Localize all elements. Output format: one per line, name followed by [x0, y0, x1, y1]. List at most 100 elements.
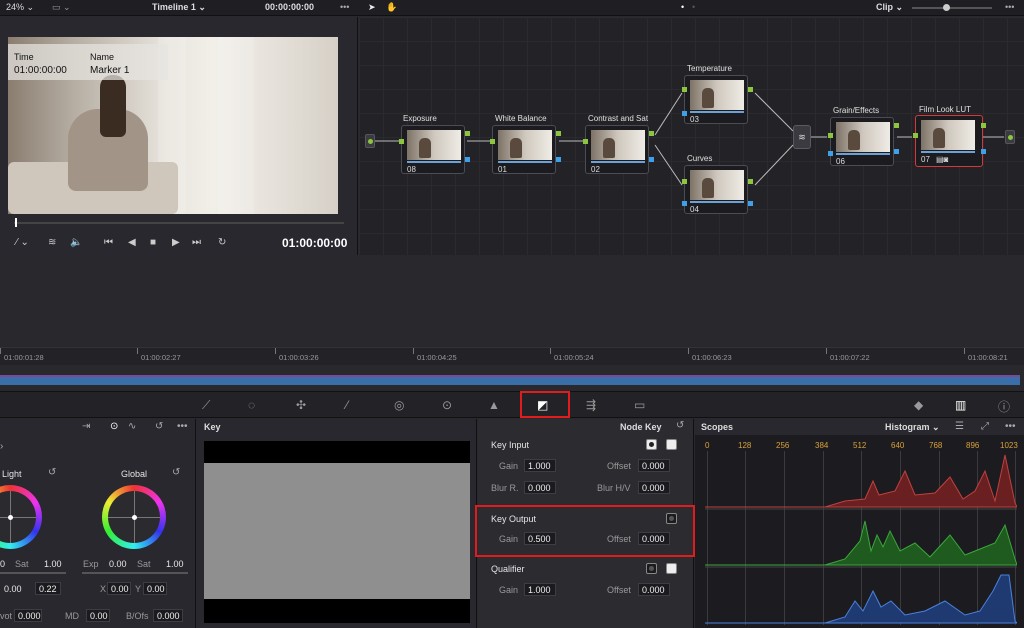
timeline-ruler[interactable]: 01:00:01:28 01:00:02:27 01:00:03:26 01:0… [0, 347, 1024, 365]
audio-icon[interactable]: 🔈 [70, 237, 82, 248]
reset-key-icon[interactable]: ↺ [676, 420, 684, 431]
port-output-icon[interactable] [894, 123, 899, 128]
clip-mode-dropdown[interactable]: Clip ⌄ [876, 2, 903, 13]
eyedropper-icon[interactable]: ⁄ ⌄ [16, 237, 29, 248]
port-input-icon[interactable] [399, 139, 404, 144]
viewer-options-icon[interactable]: ••• [340, 2, 349, 12]
port-output-icon[interactable] [748, 179, 753, 184]
node-contrast-sat[interactable]: 02 [585, 125, 649, 174]
blur-icon[interactable]: ▲ [488, 398, 500, 412]
reset-light-icon[interactable]: ↺ [48, 467, 56, 478]
info-icon[interactable]: ⓘ [998, 398, 1010, 415]
port-key-icon[interactable] [828, 151, 833, 156]
sizing-icon[interactable]: ⇶ [586, 398, 596, 412]
node-zoom-slider[interactable] [912, 7, 992, 9]
port-key-icon[interactable] [682, 111, 687, 116]
waveform-icon[interactable]: ∿ [128, 421, 136, 432]
viewer-scrubber[interactable] [14, 222, 344, 224]
port-input-icon[interactable] [490, 139, 495, 144]
eyedropper-qualifier-icon[interactable]: ⁄ [346, 398, 348, 412]
scope-options-icon[interactable]: ••• [1005, 421, 1016, 432]
sat-global-value[interactable]: 1.00 [166, 559, 184, 569]
motion-effects-icon[interactable]: ◆ [914, 398, 923, 412]
loop-icon[interactable]: ↻ [218, 237, 226, 248]
qualifier-invert-toggle[interactable] [646, 563, 657, 574]
port-output-icon[interactable] [556, 131, 561, 136]
wheels-view-icon[interactable]: ⊙ [110, 421, 118, 432]
reset-global-icon[interactable]: ↺ [172, 467, 180, 478]
pointer-tool-icon[interactable]: ➤ [368, 2, 376, 13]
scope-type-dropdown[interactable]: Histogram ⌄ [885, 422, 940, 433]
timeline-clip-track[interactable] [0, 375, 1020, 385]
qualifier-mask-toggle[interactable] [666, 563, 677, 574]
qualifier-gain-field[interactable]: 1.000 [524, 583, 556, 596]
port-output-icon[interactable] [748, 87, 753, 92]
port-key-icon[interactable] [682, 201, 687, 206]
x-value-field[interactable]: 0.00 [107, 582, 131, 595]
node-white-balance[interactable]: 01 [492, 125, 556, 174]
play-reverse-icon[interactable]: ◀ [128, 237, 136, 248]
pivot-field[interactable]: 0.000 [14, 609, 42, 622]
port-key-icon[interactable] [465, 157, 470, 162]
node-editor[interactable]: Exposure 08 White Balance 01 Contrast an… [359, 17, 1024, 255]
tracker-icon[interactable]: ⊙ [442, 398, 452, 412]
port-input-icon[interactable] [828, 133, 833, 138]
port-key-icon[interactable] [748, 201, 753, 206]
stop-icon[interactable]: ■ [150, 237, 156, 248]
port-key-icon[interactable] [981, 149, 986, 154]
color-warper-icon[interactable]: ◌ [248, 398, 255, 412]
qualifier-offset-field[interactable]: 0.000 [638, 583, 670, 596]
blur-r-field[interactable]: 0.000 [524, 481, 556, 494]
reset-icon[interactable]: ↺ [155, 421, 163, 432]
hsl-qualifier-icon[interactable]: ✣ [296, 398, 306, 412]
port-input-icon[interactable] [682, 179, 687, 184]
go-to-start-icon[interactable]: ⏮ [104, 237, 113, 248]
scope-expand-icon[interactable]: ⤢ [981, 421, 989, 432]
node-grain-effects[interactable]: 06 [830, 117, 894, 166]
port-output-icon[interactable] [465, 131, 470, 136]
layer-mixer-node[interactable]: ≋ [793, 125, 811, 149]
exp-value[interactable]: 0.00 [109, 559, 127, 569]
node-temperature[interactable]: 03 [684, 75, 748, 124]
port-key-icon[interactable] [894, 149, 899, 154]
page-dot-active-icon[interactable]: • [681, 2, 684, 12]
mid-value-field[interactable]: 0.22 [35, 582, 61, 595]
node-exposure[interactable]: 08 [401, 125, 465, 174]
page-dot-icon[interactable]: • [692, 2, 695, 12]
wheels-options-icon[interactable]: ••• [177, 421, 188, 432]
port-key-icon[interactable] [649, 157, 654, 162]
key-input-invert-toggle[interactable] [646, 439, 657, 450]
y-value-field[interactable]: 0.00 [143, 582, 167, 595]
chevron-right-icon[interactable]: › [0, 441, 3, 452]
light-slider[interactable] [0, 572, 66, 574]
blur-hv-field[interactable]: 0.000 [638, 481, 670, 494]
key-input-offset-field[interactable]: 0.000 [638, 459, 670, 472]
port-input-icon[interactable] [913, 133, 918, 138]
power-window-icon[interactable]: ◎ [394, 398, 404, 412]
key-input-mask-toggle[interactable] [666, 439, 677, 450]
viewer-playhead[interactable] [15, 218, 17, 227]
play-icon[interactable]: ▶ [172, 237, 180, 248]
scope-settings-icon[interactable]: ☰ [955, 421, 964, 432]
global-wheel-puck[interactable] [132, 515, 137, 520]
wheel-mode-icon[interactable]: ⇥ [82, 421, 90, 432]
port-input-icon[interactable] [682, 87, 687, 92]
scopes-palette-icon[interactable]: ▥ [955, 398, 966, 412]
light-x-value[interactable]: 0.00 [4, 584, 22, 594]
node-options-icon[interactable]: ••• [1005, 2, 1014, 12]
light-value[interactable]: 0 [0, 559, 5, 569]
sat-light-value[interactable]: 1.00 [44, 559, 62, 569]
hand-tool-icon[interactable]: ✋ [386, 2, 397, 13]
md-field[interactable]: 0.00 [86, 609, 110, 622]
layers-icon[interactable]: ≋ [48, 237, 56, 248]
viewer-mode-icon[interactable]: ▭ ⌄ [52, 2, 71, 13]
port-output-icon[interactable] [649, 131, 654, 136]
3d-icon[interactable]: ▭ [634, 398, 645, 412]
light-wheel-puck[interactable] [8, 515, 13, 520]
node-zoom-handle[interactable] [943, 4, 950, 11]
curves-palette-icon[interactable]: ⟋ [202, 398, 210, 413]
node-output-source[interactable] [1005, 130, 1015, 144]
timeline-dropdown[interactable]: Timeline 1 ⌄ [152, 2, 206, 13]
node-curves[interactable]: 04 [684, 165, 748, 214]
port-output-icon[interactable] [981, 123, 986, 128]
